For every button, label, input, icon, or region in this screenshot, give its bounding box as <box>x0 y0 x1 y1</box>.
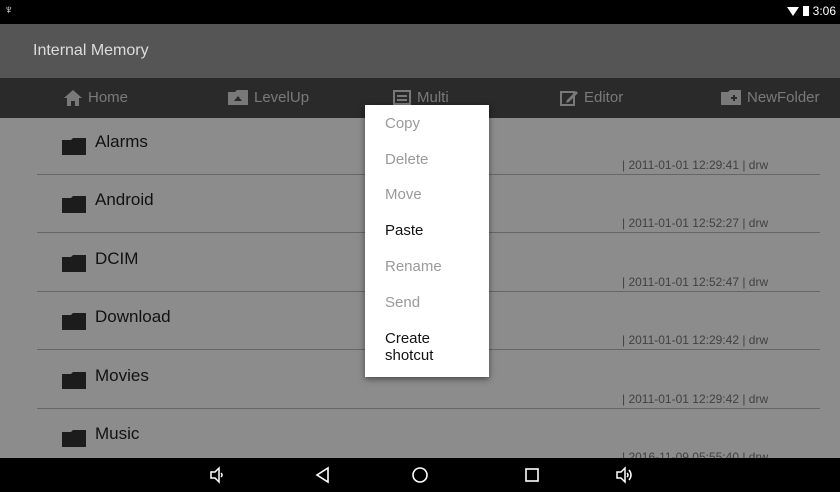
back-icon[interactable] <box>313 465 333 485</box>
status-right: 3:06 <box>786 4 836 18</box>
page-title: Internal Memory <box>33 42 149 59</box>
volume-up-icon[interactable] <box>614 465 634 485</box>
volume-down-icon[interactable] <box>207 465 227 485</box>
menu-item-paste[interactable]: Paste <box>385 222 423 239</box>
recents-icon[interactable] <box>522 465 542 485</box>
menu-item-copy[interactable]: Copy <box>385 115 420 132</box>
menu-item-rename[interactable]: Rename <box>385 258 442 275</box>
home-nav-icon[interactable] <box>410 465 430 485</box>
context-menu: Copy Delete Move Paste Rename Send Creat… <box>365 105 489 377</box>
create-shortcut-line1: Create <box>385 330 431 347</box>
menu-item-move[interactable]: Move <box>385 186 422 203</box>
navigation-bar <box>0 458 840 492</box>
menu-item-create-shortcut[interactable]: Create shotcut <box>385 330 433 364</box>
status-time: 3:06 <box>812 4 836 18</box>
battery-icon <box>802 6 809 16</box>
menu-item-delete[interactable]: Delete <box>385 151 428 168</box>
status-bar: ♆ 3:06 <box>0 0 840 24</box>
create-shortcut-line2: shotcut <box>385 347 434 364</box>
wifi-icon <box>786 6 799 16</box>
usb-icon: ♆ <box>4 2 14 17</box>
menu-item-send[interactable]: Send <box>385 294 420 311</box>
title-bar: Internal Memory <box>0 24 840 78</box>
